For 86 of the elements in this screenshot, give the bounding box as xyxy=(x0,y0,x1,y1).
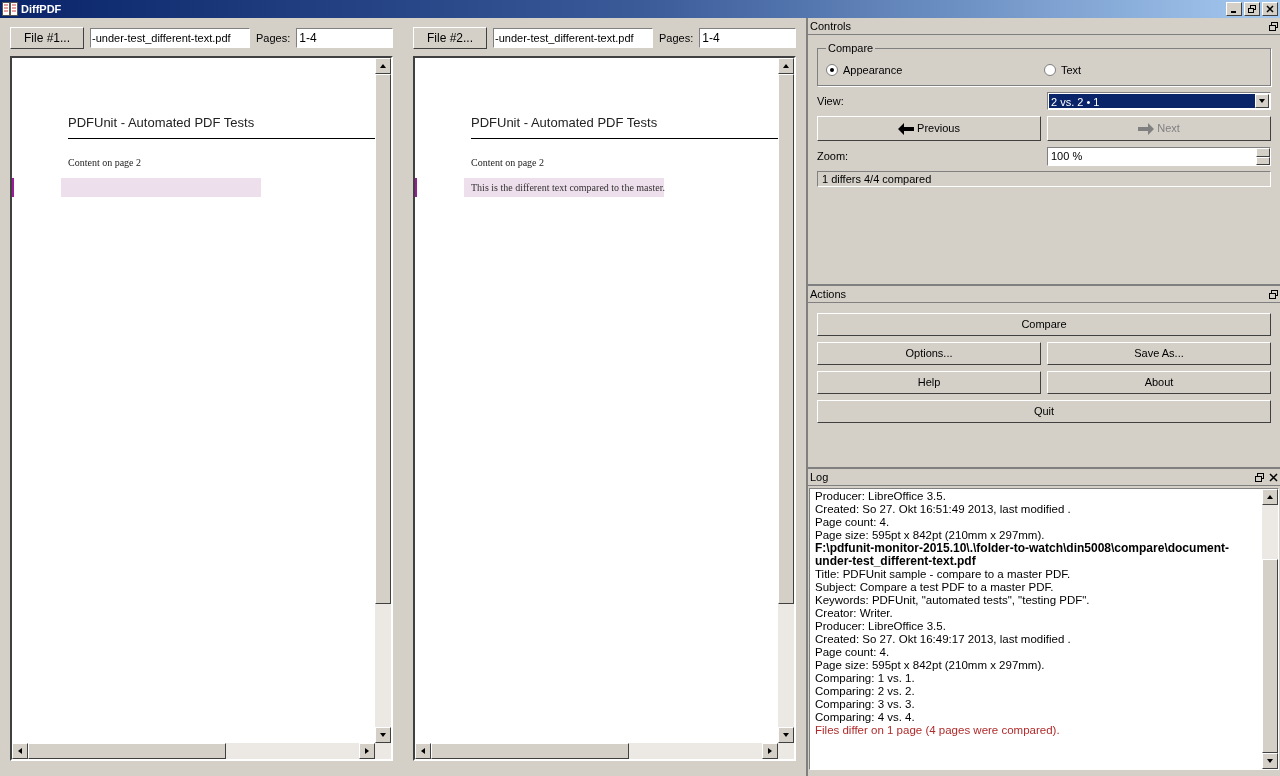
pages-label: Pages: xyxy=(659,30,694,46)
right-arrow-icon xyxy=(1138,122,1155,135)
panel-title: Controls xyxy=(810,18,851,34)
log-line: Keywords: PDFUnit, "automated tests", "testing PDF". xyxy=(815,594,1091,607)
scroll-down-button[interactable] xyxy=(1262,753,1278,769)
action-button[interactable]: About xyxy=(1047,371,1271,394)
arrow-icon xyxy=(379,62,387,70)
log-line: Creator: Writer. xyxy=(815,607,894,620)
radio-button[interactable] xyxy=(826,63,838,76)
previous-button[interactable]: Previous xyxy=(817,116,1041,141)
arrow-icon xyxy=(1266,757,1274,765)
scroll-up-button[interactable] xyxy=(778,58,794,74)
left-arrow-icon xyxy=(898,122,915,135)
zoom-label: Zoom: xyxy=(817,149,850,165)
page-header: PDFUnit - Automated PDF Tests xyxy=(68,114,256,132)
scroll-right-button[interactable] xyxy=(762,743,778,759)
pages-field[interactable]: 1-4 xyxy=(699,28,796,48)
scroll-left-button[interactable] xyxy=(12,743,28,759)
log-line: Page size: 595pt x 842pt (210mm x 297mm). xyxy=(815,659,1046,672)
action-button[interactable]: Save As... xyxy=(1047,342,1271,365)
arrow-icon xyxy=(1266,493,1274,501)
scroll-thumb[interactable] xyxy=(28,743,226,759)
radio-button[interactable] xyxy=(1044,63,1056,76)
file-button[interactable]: File #2... xyxy=(413,27,487,49)
scroll-thumb[interactable] xyxy=(1262,559,1278,753)
pages-label: Pages: xyxy=(256,30,291,46)
log-line: Page count: 4. xyxy=(815,516,891,529)
action-button[interactable]: Help xyxy=(817,371,1041,394)
log-line: Page count: 4. xyxy=(815,646,891,659)
window-title: DiffPDF xyxy=(21,1,62,17)
difference-text: This is the different text compared to the master. xyxy=(471,181,665,195)
minimize-button[interactable] xyxy=(1226,2,1242,16)
log-line: Comparing: 2 vs. 2. xyxy=(815,685,916,698)
restore-button[interactable] xyxy=(1244,2,1260,16)
scroll-thumb[interactable] xyxy=(375,74,391,604)
view-dropdown[interactable]: 2 vs. 2 • 1 xyxy=(1047,92,1271,110)
log-line: Subject: Compare a test PDF to a master PDF. xyxy=(815,581,1055,594)
scroll-left-button[interactable] xyxy=(415,743,431,759)
arrow-icon xyxy=(419,747,427,755)
restore-icon xyxy=(1248,5,1256,13)
page-text: Content on page 2 xyxy=(68,155,143,170)
log-line: Comparing: 4 vs. 4. xyxy=(815,711,916,724)
restore-icon[interactable] xyxy=(1269,289,1278,299)
dropdown-arrow-icon xyxy=(1258,97,1266,105)
scroll-right-button[interactable] xyxy=(359,743,375,759)
radio-option[interactable]: Appearance xyxy=(826,61,1044,78)
log-line: Producer: LibreOffice 3.5. xyxy=(815,620,947,633)
action-button[interactable]: Compare xyxy=(817,313,1271,336)
log-line: Page size: 595pt x 842pt (210mm x 297mm). xyxy=(815,529,1046,542)
panel-title: Log xyxy=(810,469,829,485)
file-field[interactable]: -under-test_different-text.pdf xyxy=(493,28,653,48)
page-header: PDFUnit - Automated PDF Tests xyxy=(471,114,659,132)
radio-option[interactable]: Text xyxy=(1044,61,1262,78)
log-line: Title: PDFUnit sample - compare to a master PDF. xyxy=(815,568,1072,581)
arrow-icon xyxy=(782,62,790,70)
log-line: Files differ on 1 page (4 pages were compared). xyxy=(815,724,1061,737)
scroll-down-button[interactable] xyxy=(375,727,391,743)
zoom-spinbox[interactable]: 100 % xyxy=(1047,147,1271,166)
page-text: Content on page 2 xyxy=(471,155,546,170)
log-line: Comparing: 1 vs. 1. xyxy=(815,672,916,685)
log-line: Created: So 27. Okt 16:49:17 2013, last modified . xyxy=(815,633,1072,646)
close-icon[interactable] xyxy=(1269,472,1278,482)
view-label: View: xyxy=(817,93,845,109)
arrow-icon xyxy=(16,747,24,755)
restore-icon[interactable] xyxy=(1255,472,1264,482)
group-title: Compare xyxy=(827,41,875,56)
file-button[interactable]: File #1... xyxy=(10,27,84,49)
action-button[interactable]: Options... xyxy=(817,342,1041,365)
action-button[interactable]: Quit xyxy=(817,400,1271,423)
status-field: 1 differs 4/4 compared xyxy=(817,171,1271,187)
panel-title: Actions xyxy=(810,286,847,302)
restore-icon[interactable] xyxy=(1269,21,1278,31)
log-line: Comparing: 3 vs. 3. xyxy=(815,698,916,711)
close-button[interactable] xyxy=(1262,2,1278,16)
app-icon xyxy=(2,2,18,16)
log-line: Producer: LibreOffice 3.5. xyxy=(815,490,947,503)
scroll-thumb[interactable] xyxy=(778,74,794,604)
file-field[interactable]: -under-test_different-text.pdf xyxy=(90,28,250,48)
scroll-thumb[interactable] xyxy=(431,743,629,759)
scroll-up-button[interactable] xyxy=(375,58,391,74)
pages-field[interactable]: 1-4 xyxy=(296,28,393,48)
scroll-down-button[interactable] xyxy=(778,727,794,743)
close-icon xyxy=(1266,5,1274,13)
scroll-up-button[interactable] xyxy=(1262,489,1278,505)
log-line: F:\pdfunit-monitor-2015.10\.\folder-to-watch\din5008\compare\document-under-test_different-text.pdf xyxy=(815,542,1231,568)
log-line: Created: So 27. Okt 16:51:49 2013, last modified . xyxy=(815,503,1072,516)
